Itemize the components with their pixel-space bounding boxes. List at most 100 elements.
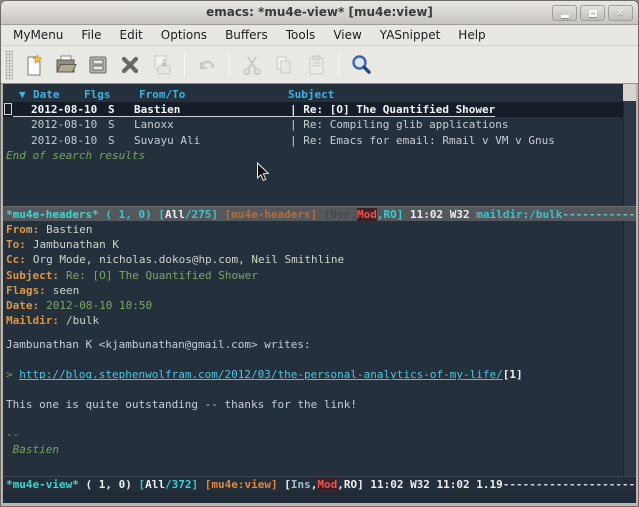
modeline-filler-dashes: ------------ [562, 208, 636, 221]
title-bar[interactable]: emacs: *mu4e-view* [mu4e:view] ✕ [1, 1, 638, 25]
new-file-button[interactable] [19, 50, 49, 80]
copy-icon [273, 54, 295, 76]
menu-yasnippet[interactable]: YASnippet [371, 26, 450, 44]
blank-line [3, 412, 636, 427]
maximize-button[interactable] [580, 5, 605, 21]
mu4e-headers-window: ▼ Date Flgs From/To Subject 2012-08-10 S… [3, 84, 636, 206]
open-file-button[interactable] [51, 50, 81, 80]
column-header-flags[interactable]: Flgs [84, 87, 111, 102]
modeline-time: 11:02 W32 11:02 1.19 [370, 478, 502, 491]
view-scrollbar[interactable] [623, 221, 636, 476]
row-from: Lanoxx [134, 117, 290, 132]
modeline-buffer-name: *mu4e-view* [6, 478, 79, 491]
field-label-flags: Flags: [6, 284, 46, 297]
modeline-count: /372 [165, 478, 192, 491]
paste-icon [305, 54, 327, 76]
row-flags: S [108, 102, 134, 116]
row-from: Suvayu Ali [134, 133, 290, 148]
headers-scrollbar[interactable] [623, 84, 636, 206]
copy-button[interactable] [269, 50, 299, 80]
emacs-text-area: ▼ Date Flgs From/To Subject 2012-08-10 S… [3, 84, 636, 503]
search-icon [349, 53, 373, 77]
quote-mark: > [6, 368, 19, 381]
menu-view[interactable]: View [324, 26, 370, 44]
cut-button[interactable] [237, 50, 267, 80]
menu-buffers[interactable]: Buffers [216, 26, 277, 44]
modeline-major-mode[interactable]: [mu4e:view] [205, 478, 284, 491]
undo-button[interactable] [192, 50, 222, 80]
menu-options[interactable]: Options [152, 26, 216, 44]
column-header-from[interactable]: From/To [139, 87, 185, 102]
modeline-readonly-flag[interactable]: RO [344, 478, 357, 491]
modeline-buffer-name: *mu4e-headers* [6, 208, 99, 221]
close-buffer-button[interactable] [115, 50, 145, 80]
field-label-date: Date: [6, 299, 39, 312]
field-value-date: 2012-08-10 10:50 [46, 299, 152, 312]
frame-inner-border: ▼ Date Flgs From/To Subject 2012-08-10 S… [1, 84, 638, 506]
save-icon [87, 54, 109, 76]
close-button[interactable]: ✕ [608, 5, 633, 21]
new-file-icon [23, 54, 45, 76]
field-label-cc: Cc: [6, 253, 26, 266]
modeline-position: ( 1, 0) [99, 208, 159, 221]
search-button[interactable] [346, 50, 376, 80]
save-as-button[interactable] [147, 50, 177, 80]
attribution-line: Jambunathan K <kjambunathan@gmail.com> w… [3, 337, 636, 352]
menu-mymenu[interactable]: MyMenu [4, 26, 72, 44]
modeline-position: ( 1, 0) [79, 478, 139, 491]
paste-button[interactable] [301, 50, 331, 80]
modeline-major-mode[interactable]: [mu4e-headers] [225, 208, 324, 221]
modeline-ovr: Ovr [331, 208, 351, 221]
scrollbar-track [623, 84, 636, 101]
message-body: Jambunathan K <kjambunathan@gmail.com> w… [3, 337, 636, 457]
modeline-maildir: maildir:/bulk [476, 208, 562, 221]
field-label-from: From: [6, 223, 39, 236]
modeline-modified-flag[interactable]: Mod [357, 208, 377, 221]
open-folder-icon [55, 54, 77, 76]
sort-direction-icon[interactable]: ▼ [19, 87, 26, 102]
undo-icon [196, 54, 218, 76]
mu4e-headers-modeline: *mu4e-headers* ( 1, 0) [All/275] [mu4e-h… [3, 206, 636, 221]
row-date: 2012-08-10 [31, 117, 108, 132]
link-reference-number: [1] [503, 368, 523, 381]
save-as-icon [151, 54, 173, 76]
menu-edit[interactable]: Edit [111, 26, 152, 44]
field-value-from: Bastien [46, 223, 92, 236]
modeline-modified-flag[interactable]: Mod [317, 478, 337, 491]
mu4e-view-modeline: *mu4e-view* ( 1, 0) [All/372] [mu4e:view… [3, 476, 636, 492]
close-x-icon [119, 54, 141, 76]
echo-area[interactable] [3, 492, 636, 503]
message-row-selected[interactable]: 2012-08-10 S Bastien | Re: [O] The Quant… [3, 102, 636, 117]
toolbar-separator [338, 53, 339, 77]
row-subject: | Re: Compiling glib applications [290, 117, 509, 132]
save-button[interactable] [83, 50, 113, 80]
column-header-date[interactable]: Date [33, 87, 60, 102]
menu-bar: MyMenu File Edit Options Buffers Tools V… [1, 25, 638, 46]
menu-file[interactable]: File [72, 26, 110, 44]
row-date: 2012-08-10 [31, 102, 108, 116]
menu-help[interactable]: Help [449, 26, 494, 44]
row-flags: S [108, 117, 134, 132]
cut-icon [241, 54, 263, 76]
comment-line: This one is quite outstanding -- thanks … [3, 397, 636, 412]
modeline-ins: Ins [291, 478, 311, 491]
end-of-search-results-text: End of search results [3, 148, 636, 163]
message-row[interactable]: 2012-08-10 S Lanoxx | Re: Compiling glib… [3, 117, 636, 132]
column-header-subject[interactable]: Subject [288, 87, 334, 102]
field-label-maildir: Maildir: [6, 314, 59, 327]
mu4e-view-window: From:Bastien To:Jambunathan K Cc:Org Mod… [3, 221, 636, 476]
toolbar-drag-handle[interactable] [5, 50, 13, 80]
row-subject: | Re: [O] The Quantified Shower [290, 102, 495, 116]
field-value-cc: Org Mode, nicholas.dokos@hp.com, Neil Sm… [33, 253, 344, 266]
toolbar-separator [229, 53, 230, 77]
message-url-link[interactable]: http://blog.stephenwolfram.com/2012/03/t… [19, 368, 502, 381]
minimize-icon [561, 15, 569, 18]
modeline-readonly-flag[interactable]: RO [384, 208, 397, 221]
menu-tools[interactable]: Tools [277, 26, 325, 44]
row-date: 2012-08-10 [31, 133, 108, 148]
emacs-window: emacs: *mu4e-view* [mu4e:view] ✕ MyMenu … [0, 0, 639, 507]
signature-separator: -- [3, 427, 636, 442]
minimize-button[interactable] [552, 5, 577, 21]
message-row[interactable]: 2012-08-10 S Suvayu Ali | Re: Emacs for … [3, 133, 636, 148]
modeline-time: 11:02 W32 [410, 208, 476, 221]
